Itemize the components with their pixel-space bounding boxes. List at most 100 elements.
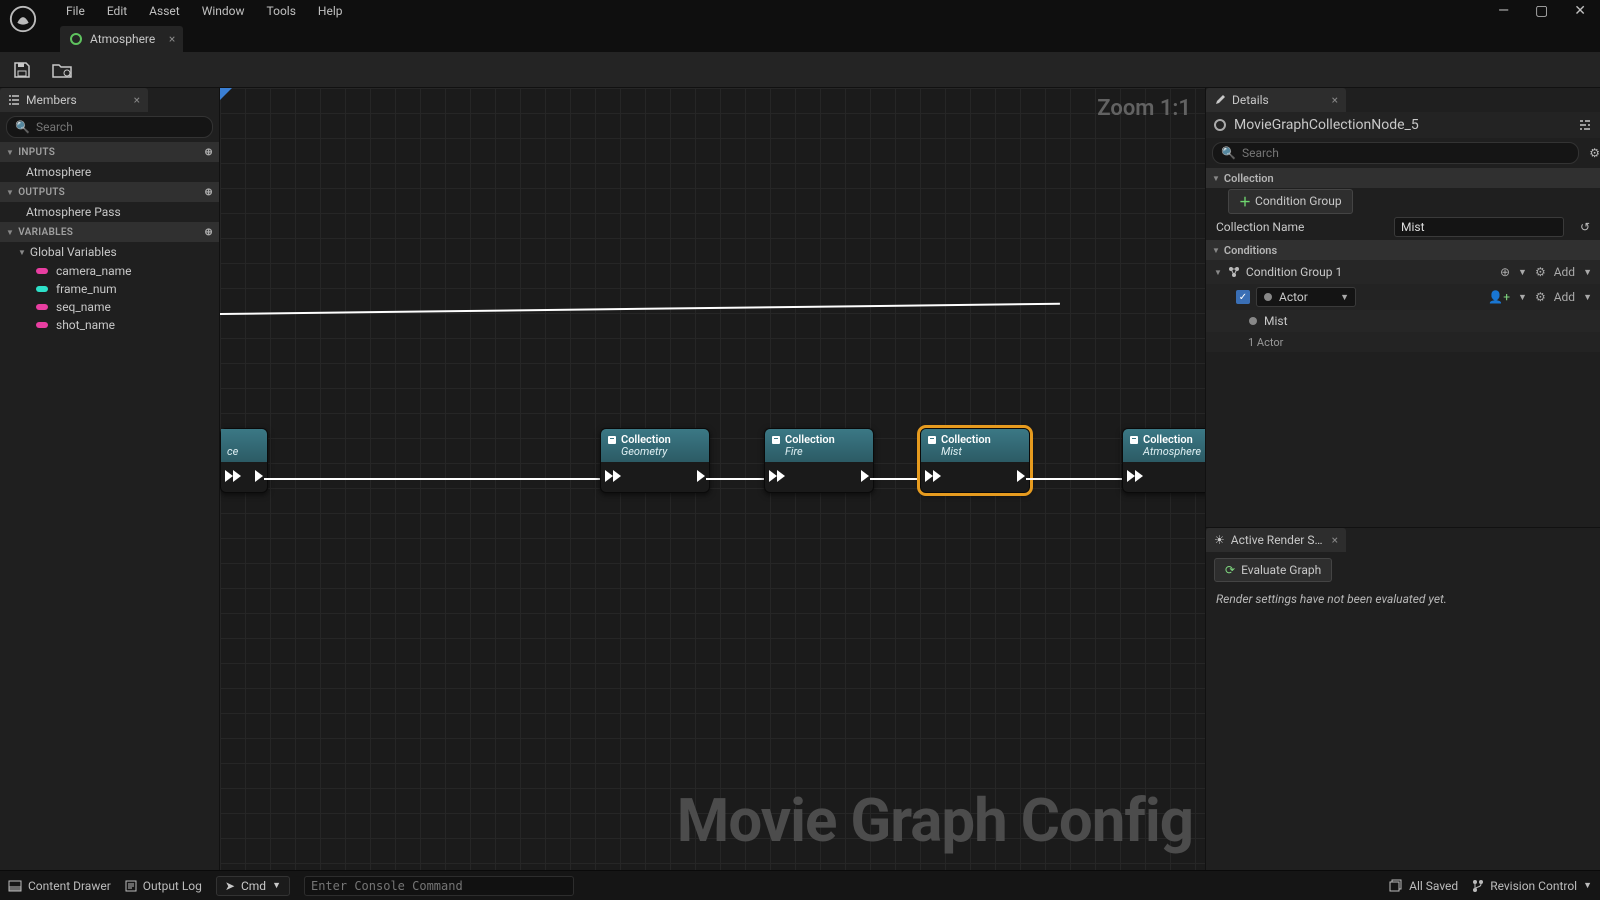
add-label[interactable]: Add bbox=[1554, 290, 1575, 304]
blueprint-icon bbox=[70, 33, 82, 45]
gear-icon[interactable]: ⚙ bbox=[1535, 290, 1546, 304]
input-pin[interactable] bbox=[1127, 470, 1143, 482]
collection-node[interactable]: CollectionMist bbox=[920, 428, 1030, 493]
members-panel: Members × 🔍 ▼INPUTS⊕ Atmosphere ▼OUTPUTS… bbox=[0, 88, 220, 870]
conditions-category[interactable]: ▼Conditions bbox=[1206, 240, 1600, 260]
plus-icon: ＋ bbox=[1239, 193, 1251, 210]
all-saved-button[interactable]: All Saved bbox=[1389, 879, 1458, 893]
tab-render-settings[interactable]: ☀ Active Render S… × bbox=[1206, 528, 1346, 552]
outputs-header[interactable]: ▼OUTPUTS⊕ bbox=[0, 182, 219, 202]
revert-icon[interactable]: ↺ bbox=[1580, 220, 1590, 234]
chevron-down-icon: ▼ bbox=[272, 880, 281, 891]
close-icon[interactable]: × bbox=[1332, 533, 1338, 547]
menu-window[interactable]: Window bbox=[202, 4, 245, 18]
refresh-icon: ⟳ bbox=[1225, 563, 1235, 577]
menu-help[interactable]: Help bbox=[318, 4, 343, 18]
cmd-type-combo[interactable]: ➤ Cmd ▼ bbox=[216, 876, 290, 896]
input-item[interactable]: Atmosphere bbox=[0, 162, 219, 182]
menu-file[interactable]: File bbox=[66, 4, 85, 18]
revision-control-button[interactable]: Revision Control ▼ bbox=[1472, 879, 1592, 893]
collection-node[interactable]: ce bbox=[220, 428, 268, 493]
variable-item[interactable]: frame_num bbox=[0, 280, 219, 298]
chevron-down-icon[interactable]: ▼ bbox=[1518, 292, 1527, 303]
collection-node[interactable]: CollectionFire bbox=[764, 428, 874, 493]
asset-tabs: Atmosphere × bbox=[0, 22, 1600, 52]
variable-name: frame_num bbox=[56, 282, 117, 296]
actor-icon bbox=[1248, 316, 1258, 326]
tab-label: Details bbox=[1232, 93, 1269, 107]
output-item[interactable]: Atmosphere Pass bbox=[0, 202, 219, 222]
collection-node[interactable]: CollectionAtmosphere bbox=[1122, 428, 1205, 493]
search-input[interactable] bbox=[1242, 146, 1570, 160]
variable-item[interactable]: camera_name bbox=[0, 262, 219, 280]
tab-atmosphere[interactable]: Atmosphere × bbox=[60, 26, 183, 52]
save-button[interactable] bbox=[8, 56, 36, 84]
collection-node[interactable]: CollectionGeometry bbox=[600, 428, 710, 493]
menu-tools[interactable]: Tools bbox=[267, 4, 296, 18]
members-search[interactable]: 🔍 bbox=[6, 116, 213, 138]
search-icon: 🔍 bbox=[1221, 146, 1236, 160]
add-variable-button[interactable]: ⊕ bbox=[204, 227, 213, 238]
condition-group-header[interactable]: ▼ Condition Group 1 ⊕ ▼ ⚙ Add ▼ bbox=[1206, 260, 1600, 284]
condition-type-combo[interactable]: Actor ▼ bbox=[1256, 287, 1356, 307]
details-search[interactable]: 🔍 bbox=[1212, 142, 1579, 164]
add-label[interactable]: Add bbox=[1554, 265, 1575, 279]
add-actor-icon[interactable]: 👤+ bbox=[1488, 290, 1510, 304]
search-input[interactable] bbox=[36, 120, 204, 134]
close-icon[interactable]: × bbox=[134, 93, 140, 107]
checkbox[interactable]: ✓ bbox=[1236, 290, 1250, 304]
inputs-header[interactable]: ▼INPUTS⊕ bbox=[0, 142, 219, 162]
tab-details[interactable]: Details × bbox=[1206, 88, 1346, 112]
evaluate-graph-button[interactable]: ⟳ Evaluate Graph bbox=[1214, 558, 1332, 582]
chevron-down-icon[interactable]: ▼ bbox=[1518, 267, 1527, 278]
add-circle-icon[interactable]: ⊕ bbox=[1500, 265, 1510, 279]
input-pin[interactable] bbox=[925, 470, 941, 482]
group-icon bbox=[1228, 266, 1240, 278]
add-output-button[interactable]: ⊕ bbox=[204, 187, 213, 198]
actor-count: 1 Actor bbox=[1206, 332, 1600, 352]
statusbar: Content Drawer Output Log ➤ Cmd ▼ All Sa… bbox=[0, 870, 1600, 900]
close-icon[interactable]: × bbox=[169, 32, 175, 46]
output-log-button[interactable]: Output Log bbox=[125, 879, 202, 893]
variables-header[interactable]: ▼VARIABLES⊕ bbox=[0, 222, 219, 242]
input-pin[interactable] bbox=[769, 470, 785, 482]
object-name: MovieGraphCollectionNode_5 bbox=[1234, 117, 1419, 133]
window-minimize-icon[interactable]: — bbox=[1492, 3, 1515, 19]
add-input-button[interactable]: ⊕ bbox=[204, 147, 213, 158]
output-pin[interactable] bbox=[1017, 470, 1025, 482]
menu-asset[interactable]: Asset bbox=[149, 4, 180, 18]
window-close-icon[interactable]: ✕ bbox=[1568, 3, 1592, 19]
search-icon: 🔍 bbox=[15, 120, 30, 134]
tab-members[interactable]: Members × bbox=[0, 88, 148, 112]
gear-icon[interactable]: ⚙ bbox=[1535, 265, 1546, 279]
filter-icon[interactable] bbox=[1578, 118, 1592, 132]
menu-edit[interactable]: Edit bbox=[107, 4, 127, 18]
unreal-logo-icon bbox=[8, 4, 38, 34]
save-all-icon bbox=[1389, 879, 1403, 893]
content-drawer-button[interactable]: Content Drawer bbox=[8, 879, 111, 893]
browse-button[interactable] bbox=[48, 56, 76, 84]
output-pin[interactable] bbox=[697, 470, 705, 482]
collection-category[interactable]: ▼Collection bbox=[1206, 168, 1600, 188]
actor-icon bbox=[1263, 292, 1273, 302]
input-pin[interactable] bbox=[605, 470, 621, 482]
close-icon[interactable]: × bbox=[1332, 93, 1338, 107]
global-variables-group[interactable]: ▼Global Variables bbox=[0, 242, 219, 262]
chevron-down-icon[interactable]: ▼ bbox=[1583, 292, 1592, 303]
variable-item[interactable]: seq_name bbox=[0, 298, 219, 316]
render-settings-panel: ☀ Active Render S… × ⟳ Evaluate Graph Re… bbox=[1206, 527, 1600, 870]
window-restore-icon[interactable]: ▢ bbox=[1529, 3, 1554, 19]
graph-canvas[interactable]: Zoom 1:1 Movie Graph Config ce Collectio… bbox=[220, 88, 1205, 870]
output-pin[interactable] bbox=[861, 470, 869, 482]
collection-name-field[interactable] bbox=[1394, 217, 1564, 237]
chevron-down-icon[interactable]: ▼ bbox=[1583, 267, 1592, 278]
console-input[interactable] bbox=[304, 876, 574, 896]
chevron-down-icon: ▼ bbox=[1340, 292, 1349, 303]
variable-name: shot_name bbox=[56, 318, 115, 332]
gear-icon[interactable]: ⚙ bbox=[1589, 146, 1600, 160]
add-condition-group-button[interactable]: ＋ Condition Group bbox=[1228, 189, 1353, 214]
actor-item[interactable]: Mist bbox=[1206, 310, 1600, 332]
input-pin[interactable] bbox=[225, 470, 241, 482]
variable-item[interactable]: shot_name bbox=[0, 316, 219, 334]
output-pin[interactable] bbox=[255, 470, 263, 482]
